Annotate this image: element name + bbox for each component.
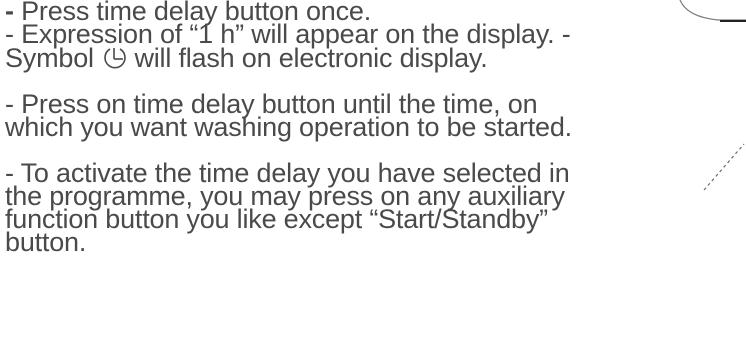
step-2-line-2: Symbol will flash on electronic display. [5,43,745,73]
step-3-line-2: which you want washing operation to be s… [5,112,572,142]
instruction-text: - Press time delay button once. - Expres… [5,0,745,257]
step-2-prefix: Symbol [5,43,94,73]
step-2-suffix: will flash on electronic display. [127,43,488,73]
timer-delay-icon [101,46,127,70]
step-4-line-3: function button you like except “Start/S… [5,204,548,234]
step-4-line-4: button. [5,227,87,257]
